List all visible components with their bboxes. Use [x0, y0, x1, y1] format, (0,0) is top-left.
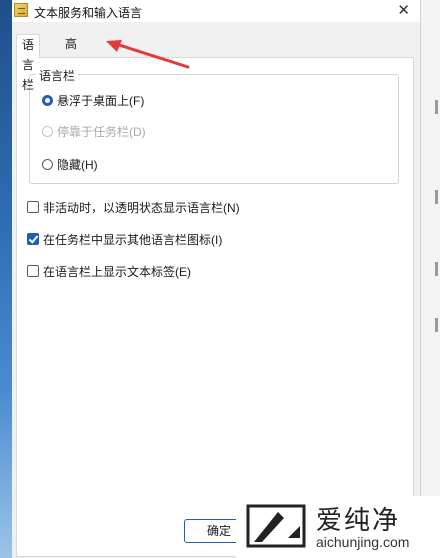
radio-dock-in-taskbar: 停靠于任务栏(D): [42, 122, 146, 140]
edge-mark: [435, 190, 438, 204]
checkbox-label: 非活动时，以透明状态显示语言栏(N): [43, 200, 240, 215]
watermark: 爱纯净 aichunjing.com: [236, 496, 440, 558]
close-icon[interactable]: ✕: [397, 1, 410, 19]
radio-button-checked[interactable]: [42, 94, 53, 106]
watermark-logo-icon: [246, 504, 306, 548]
radio-hidden[interactable]: 隐藏(H): [42, 155, 98, 173]
radio-label: 悬浮于桌面上(F): [57, 93, 145, 108]
language-bar-group: 语言栏 悬浮于桌面上(F) 停靠于任务栏(D) 隐藏(H): [29, 67, 399, 184]
tab-advanced-key-settings[interactable]: 高级键设置: [60, 34, 83, 131]
checkbox[interactable]: [27, 265, 39, 277]
radio-button-disabled: [42, 125, 53, 137]
checkbox-label: 在任务栏中显示其他语言栏图标(I): [43, 232, 223, 247]
group-legend: 语言栏: [36, 67, 79, 84]
window-title: 文本服务和输入语言: [34, 6, 143, 20]
tab-language-bar[interactable]: 语言栏: [16, 34, 41, 92]
red-annotation-arrow-icon: [106, 40, 190, 69]
checkbox-transparent-when-inactive[interactable]: 非活动时，以透明状态显示语言栏(N): [27, 198, 240, 216]
desktop-background-left: [0, 0, 12, 558]
checkbox-show-extra-icons[interactable]: 在任务栏中显示其他语言栏图标(I): [27, 230, 222, 248]
watermark-url: aichunjing.com: [316, 534, 410, 550]
keyboard-app-icon: [14, 3, 28, 17]
edge-mark: [435, 318, 438, 332]
tab-panel-language-bar: 语言栏 悬浮于桌面上(F) 停靠于任务栏(D) 隐藏(H) 非活动时，以透明状态…: [16, 57, 414, 557]
radio-float-on-desktop[interactable]: 悬浮于桌面上(F): [42, 91, 144, 109]
edge-mark: [435, 262, 438, 276]
radio-button[interactable]: [42, 158, 53, 170]
title-bar: 文本服务和输入语言 ✕: [12, 0, 420, 22]
checkbox-checked[interactable]: [27, 233, 39, 245]
arrow-shaft: [114, 42, 190, 69]
watermark-name: 爱纯净: [316, 505, 401, 535]
background-window-edge: [420, 0, 440, 558]
checkbox-show-text-labels[interactable]: 在语言栏上显示文本标签(E): [27, 262, 191, 280]
text-services-dialog: 文本服务和输入语言 ✕ 语言栏 高级键设置 语言栏 悬浮于桌面上(F) 停靠于任…: [12, 0, 421, 558]
radio-label: 隐藏(H): [57, 157, 98, 172]
radio-label: 停靠于任务栏(D): [57, 124, 146, 139]
checkbox-label: 在语言栏上显示文本标签(E): [43, 264, 191, 279]
checkbox[interactable]: [27, 201, 39, 213]
edge-mark: [435, 100, 438, 114]
